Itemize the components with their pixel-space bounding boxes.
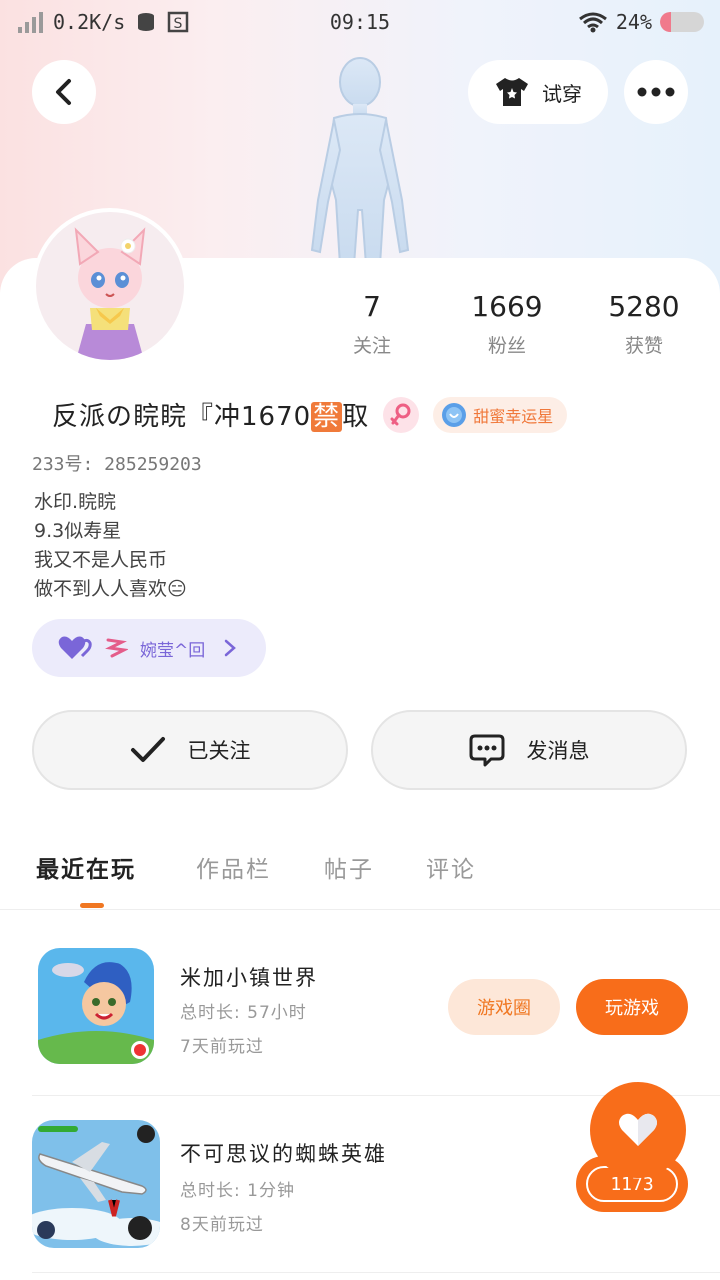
game-duration: 总时长: 57小时 [180,1003,307,1023]
row-divider [32,1272,720,1273]
female-icon [383,396,420,433]
followed-button[interactable]: 已关注 [32,710,348,790]
bio-line: 水印.睆睆 [34,491,117,513]
club-label: 婉莹^回 [140,640,206,661]
heart-icon [619,1113,657,1146]
badge-label: 甜蜜幸运星 [473,406,554,426]
tab-posts[interactable]: 帖子 [324,850,374,884]
tab-recently-played[interactable]: 最近在玩 [36,850,136,884]
likes-stat[interactable]: 5280 获赞 [584,290,704,358]
following-stat[interactable]: 7 关注 [312,290,432,358]
followers-stat[interactable]: 1669 粉丝 [447,290,567,358]
game-circle-button[interactable]: 游戏圈 [448,979,560,1035]
chevron-right-icon [225,639,237,657]
avatar-image [74,227,146,360]
username: 反派の睆睆『冲1670禁取 [52,396,369,433]
game-title: 米加小镇世界 [180,966,318,990]
game-icon [38,948,154,1064]
battery-icon [660,12,704,32]
followers-label: 粉丝 [487,335,526,357]
bio-line: 做不到人人喜欢😑 [34,578,187,600]
followed-label: 已关注 [187,739,251,763]
active-tab-indicator [80,903,104,908]
tab-comments[interactable]: 评论 [426,850,476,884]
send-message-label: 发消息 [526,739,590,763]
zigzag-decoration-icon [105,638,128,658]
bio-line: 我又不是人民币 [34,549,168,571]
following-count: 7 [363,290,381,323]
like-button[interactable] [590,1082,686,1178]
more-dots-icon [637,87,675,97]
bio-line: 9.3似寿星 [34,520,122,542]
username-ban-char: 禁 [311,402,343,432]
avatar-3d-figure [310,57,410,265]
send-message-button[interactable]: 发消息 [371,710,687,790]
tshirt-icon [496,78,528,106]
username-prefix: 反派の睆睆『冲1670 [52,402,312,432]
chat-bubble-icon [469,734,504,767]
game-last-played: 8天前玩过 [180,1215,264,1235]
following-label: 关注 [352,335,391,357]
game-last-played: 7天前玩过 [180,1037,264,1057]
try-on-label: 试穿 [542,81,582,106]
game-duration: 总时长: 1分钟 [180,1181,295,1201]
game-row[interactable]: 米加小镇世界 总时长: 57小时 7天前玩过 游戏圈 玩游戏 [0,936,720,1112]
tab-works[interactable]: 作品栏 [196,850,271,884]
name-row: 反派の睆睆『冲1670禁取 甜蜜幸运星 [52,396,568,433]
title-badge[interactable]: 甜蜜幸运星 [433,396,568,433]
more-button[interactable] [624,60,688,124]
try-on-button[interactable]: 试穿 [468,60,608,124]
play-game-button[interactable]: 玩游戏 [576,979,688,1035]
likes-count: 5280 [608,290,680,323]
back-button[interactable] [32,60,96,124]
username-suffix: 取 [342,402,370,432]
status-bar: 0.2K/s S 09:15 24% [0,0,720,46]
wifi-icon [578,12,607,33]
planet-badge-icon [442,402,467,427]
profile-tabs: 最近在玩 作品栏 帖子 评论 [0,846,720,910]
club-link[interactable]: 婉莹^回 [32,619,266,677]
user-id: 233号: 285259203 [32,454,202,475]
game-icon [32,1120,160,1248]
game-title: 不可思议的蜘蛛英雄 [180,1142,387,1166]
checkmark-icon [130,737,165,762]
double-heart-icon [58,636,92,659]
bio: 水印.睆睆 9.3似寿星 我又不是人民币 做不到人人喜欢😑 [34,488,187,604]
battery-percent: 24% [615,10,652,34]
chevron-left-icon [56,79,71,105]
avatar[interactable] [32,208,188,364]
likes-label: 获赞 [624,335,663,357]
followers-count: 1669 [471,290,543,323]
